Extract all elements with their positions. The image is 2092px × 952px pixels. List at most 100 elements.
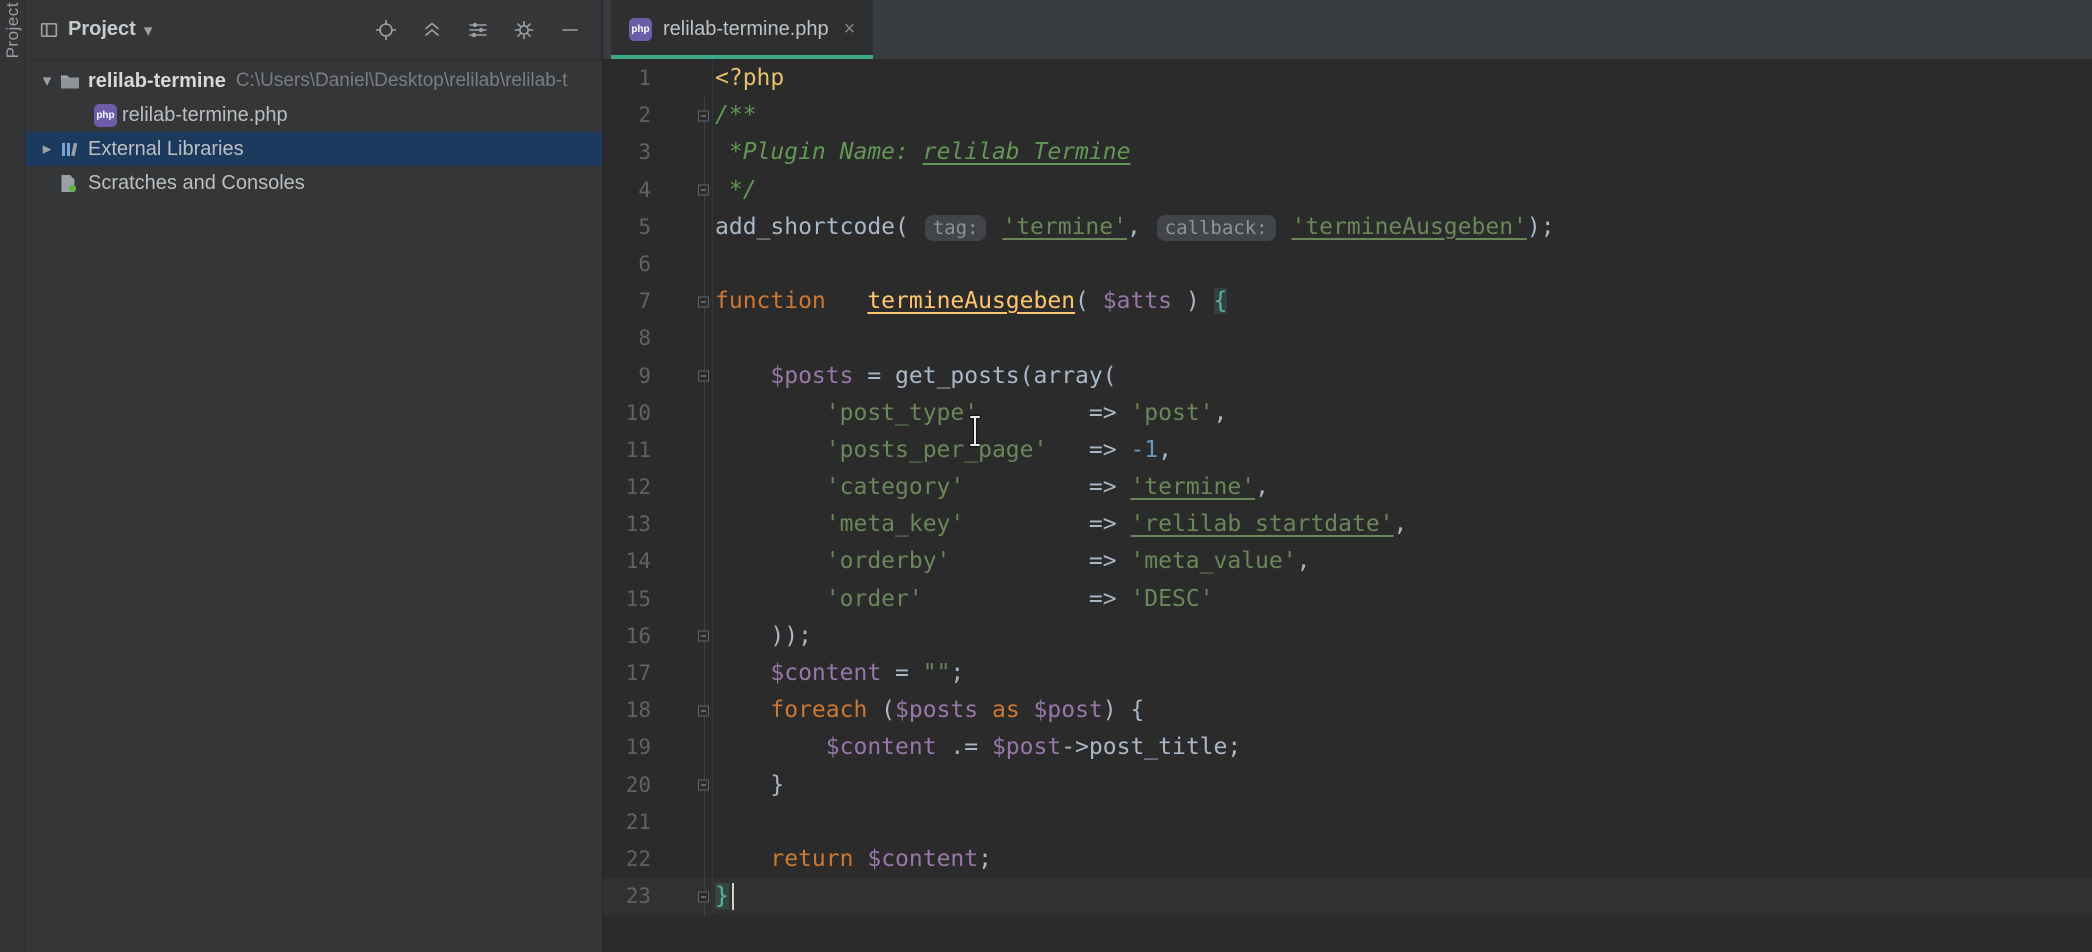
locate-icon[interactable] [374, 18, 398, 42]
scratch-icon [60, 174, 88, 193]
line-number[interactable]: 8 [603, 320, 651, 357]
code-text: 'posts_per_page' => -1, [713, 432, 1172, 469]
fold-marker-icon[interactable] [698, 296, 709, 307]
line-number[interactable]: 16 [603, 618, 651, 655]
code-line-8[interactable]: 8 [603, 320, 2092, 357]
editor-tab-bar: php relilab-termine.php × [603, 0, 2092, 60]
code-text [713, 320, 715, 357]
fold-marker-icon[interactable] [698, 705, 709, 716]
line-number[interactable]: 11 [603, 432, 651, 469]
close-icon[interactable]: × [844, 18, 856, 41]
gear-icon[interactable] [512, 18, 536, 42]
tree-item-relilab-termine-php[interactable]: phprelilab-termine.php [26, 98, 602, 132]
tree-item-external-libraries[interactable]: ▸ External Libraries [26, 132, 602, 166]
fold-marker-icon[interactable] [698, 110, 709, 121]
line-number[interactable]: 6 [603, 246, 651, 283]
ide-window: Project Project ▾ ▾relilab-termineC:\Use… [0, 0, 2092, 952]
code-line-3[interactable]: 3 *Plugin Name: relilab Termine [603, 134, 2092, 171]
line-number[interactable]: 9 [603, 358, 651, 395]
code-text: 'post_type' => 'post', [713, 395, 1227, 432]
line-number[interactable]: 10 [603, 395, 651, 432]
collapse-all-icon[interactable] [420, 18, 444, 42]
line-number[interactable]: 5 [603, 209, 651, 246]
tab-label: relilab-termine.php [663, 18, 829, 41]
code-line-15[interactable]: 15 'order' => 'DESC' [603, 581, 2092, 618]
tree-item-scratches-and-consoles[interactable]: Scratches and Consoles [26, 166, 602, 200]
code-text: function termineAusgeben( $atts ) { [713, 283, 1227, 320]
line-number[interactable]: 2 [603, 97, 651, 134]
code-line-18[interactable]: 18 foreach ($posts as $post) { [603, 692, 2092, 729]
panel-toolbar [374, 18, 588, 42]
code-line-14[interactable]: 14 'orderby' => 'meta_value', [603, 543, 2092, 580]
line-number[interactable]: 15 [603, 581, 651, 618]
tab-relilab-termine-php[interactable]: php relilab-termine.php × [611, 0, 873, 59]
line-number[interactable]: 17 [603, 655, 651, 692]
tree-item-label: relilab-termine.php [122, 104, 288, 127]
code-line-17[interactable]: 17 $content = ""; [603, 655, 2092, 692]
code-text: } [713, 878, 734, 915]
project-view-icon [40, 21, 58, 39]
library-icon [60, 140, 88, 159]
tree-item-path: C:\Users\Daniel\Desktop\relilab\relilab-… [236, 70, 568, 92]
fold-marker-icon[interactable] [698, 891, 709, 902]
code-line-13[interactable]: 13 'meta_key' => 'relilab_startdate', [603, 506, 2092, 543]
php-icon: php [94, 104, 122, 127]
gutter-fold-area [651, 60, 713, 97]
code-line-12[interactable]: 12 'category' => 'termine', [603, 469, 2092, 506]
code-line-4[interactable]: 4 */ [603, 172, 2092, 209]
code-line-6[interactable]: 6 [603, 246, 2092, 283]
tree-item-relilab-termine[interactable]: ▾relilab-termineC:\Users\Daniel\Desktop\… [26, 64, 602, 98]
code-editor[interactable]: 1<?php2/**3 *Plugin Name: relilab Termin… [603, 60, 2092, 952]
fold-marker-icon[interactable] [698, 631, 709, 642]
line-number[interactable]: 21 [603, 804, 651, 841]
fold-marker-icon[interactable] [698, 371, 709, 382]
fold-marker-icon[interactable] [698, 780, 709, 791]
tree-item-label: Scratches and Consoles [88, 172, 305, 195]
code-line-16[interactable]: 16 )); [603, 618, 2092, 655]
line-number[interactable]: 22 [603, 841, 651, 878]
editor-zone: php relilab-termine.php × 1<?php2/**3 *P… [603, 0, 2092, 952]
fold-marker-icon[interactable] [698, 185, 709, 196]
code-line-5[interactable]: 5add_shortcode( tag: 'termine', callback… [603, 209, 2092, 246]
code-line-22[interactable]: 22 return $content; [603, 841, 2092, 878]
line-number[interactable]: 14 [603, 543, 651, 580]
code-text: } [713, 767, 784, 804]
chevron-right-icon[interactable]: ▸ [34, 139, 60, 159]
line-number[interactable]: 12 [603, 469, 651, 506]
filter-icon[interactable] [466, 18, 490, 42]
line-number[interactable]: 13 [603, 506, 651, 543]
text-caret [732, 883, 734, 910]
code-line-9[interactable]: 9 $posts = get_posts(array( [603, 358, 2092, 395]
folder-icon [60, 73, 88, 90]
project-panel-title[interactable]: Project [68, 18, 136, 41]
line-number[interactable]: 1 [603, 60, 651, 97]
line-number[interactable]: 20 [603, 767, 651, 804]
code-line-21[interactable]: 21 [603, 804, 2092, 841]
code-line-7[interactable]: 7 function termineAusgeben( $atts ) { [603, 283, 2092, 320]
code-line-19[interactable]: 19 $content .= $post->post_title; [603, 729, 2092, 766]
project-panel-header: Project ▾ [26, 0, 602, 60]
line-number[interactable]: 3 [603, 134, 651, 171]
code-line-10[interactable]: 10 'post_type' => 'post', [603, 395, 2092, 432]
code-line-23[interactable]: 23} [603, 878, 2092, 915]
code-line-1[interactable]: 1<?php [603, 60, 2092, 97]
code-line-2[interactable]: 2/** [603, 97, 2092, 134]
chevron-down-icon[interactable]: ▾ [144, 21, 153, 41]
line-number[interactable]: 19 [603, 729, 651, 766]
project-stripe-button[interactable]: Project [3, 2, 23, 58]
tree-item-label: External Libraries [88, 138, 244, 161]
code-text: *Plugin Name: relilab Termine [713, 134, 1130, 171]
code-text: return $content; [713, 841, 992, 878]
php-file-icon: php [629, 18, 652, 41]
line-number[interactable]: 18 [603, 692, 651, 729]
code-line-20[interactable]: 20 } [603, 767, 2092, 804]
chevron-down-icon[interactable]: ▾ [34, 71, 60, 91]
line-number[interactable]: 4 [603, 172, 651, 209]
code-line-11[interactable]: 11 'posts_per_page' => -1, [603, 432, 2092, 469]
code-text: $content = ""; [713, 655, 964, 692]
hide-icon[interactable] [558, 18, 582, 42]
code-text: $content .= $post->post_title; [713, 729, 1241, 766]
line-number[interactable]: 23 [603, 878, 651, 915]
line-number[interactable]: 7 [603, 283, 651, 320]
code-text: */ [713, 172, 757, 209]
